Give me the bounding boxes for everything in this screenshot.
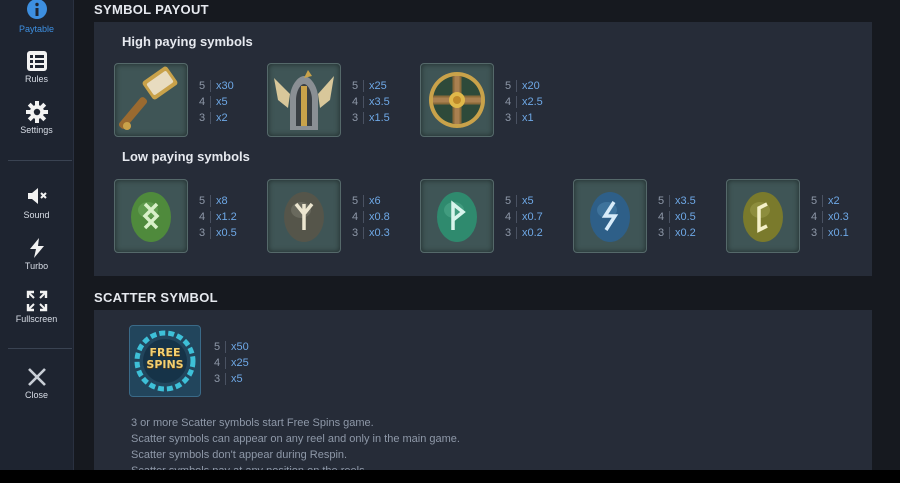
symbol-tile [726,179,800,253]
sidebar-item-paytable[interactable]: Paytable [0,0,73,34]
symbol-tile [267,63,341,137]
sidebar-divider [8,160,72,161]
symbol-payout-title: SYMBOL PAYOUT [94,2,209,17]
sidebar-item-label: Settings [20,125,53,135]
sidebar-item-rules[interactable]: Rules [0,50,73,84]
teal-rune-stone-icon [437,192,477,242]
symbol-tile [420,63,494,137]
symbol-tile [114,179,188,253]
payout-list: 5 x2 4 x0.3 3 x0.1 [811,195,849,239]
high-paying-title: High paying symbols [122,34,253,49]
info-icon [26,0,47,19]
symbol-tile [114,63,188,137]
sidebar-item-label: Rules [24,74,48,84]
description-line: 3 or more Scatter symbols start Free Spi… [131,417,374,429]
sidebar-item-turbo[interactable]: Turbo [0,237,73,271]
sidebar-divider [8,348,72,349]
payout-list: 5 x50 4 x25 3 x5 [214,341,249,385]
payout-list: 5 x8 4 x1.2 3 x0.5 [199,195,237,239]
payout-list: 5 x30 4 x5 3 x2 [199,80,234,124]
shield-icon [429,72,485,128]
sidebar-item-label: Fullscreen [15,314,58,324]
speaker-muted-icon [27,188,47,204]
payout-list: 5 x25 4 x3.5 3 x1.5 [352,80,390,124]
sidebar-item-close[interactable]: Close [0,366,73,400]
scatter-symbol-title: SCATTER SYMBOL [94,290,218,305]
free-spins-text: FREE SPINS [146,346,184,371]
symbol-tile [267,179,341,253]
winged-helmet-icon [274,70,334,130]
bottom-bar [0,470,900,483]
paytable-content: SYMBOL PAYOUT High paying symbols 5 x30 4… [74,0,900,477]
symbol-payout-panel: High paying symbols 5 x30 4 x5 3 x2 5 x25 4x… [94,22,872,276]
sidebar-item-label: Turbo [24,261,49,271]
sidebar: Paytable Rules Settings Sound Turbo Full… [0,0,74,470]
scatter-tile: FREE SPINS [129,325,201,397]
fullscreen-icon [26,290,47,312]
olive-rune-stone-icon [743,192,783,242]
sidebar-item-label: Paytable [18,24,55,34]
sidebar-item-label: Close [24,390,48,400]
payout-list: 5 x20 4 x2.5 3 x1 [505,80,543,124]
sidebar-item-fullscreen[interactable]: Fullscreen [0,290,73,324]
grey-rune-stone-icon [284,192,324,242]
blue-rune-stone-icon [590,192,630,242]
payout-list: 5 x6 4 x0.8 3 x0.3 [352,195,390,239]
green-rune-stone-icon [131,192,171,242]
sidebar-item-settings[interactable]: Settings [0,101,73,135]
list-icon [26,51,47,71]
sidebar-item-label: Sound [23,210,50,220]
payout-list: 5 x5 4 x0.7 3 x0.2 [505,195,543,239]
hammer-icon [118,66,178,130]
close-icon [27,368,46,386]
low-paying-title: Low paying symbols [122,149,250,164]
description-line: Scatter symbols can appear on any reel a… [131,433,460,445]
description-line: Scatter symbols don't appear during Resp… [131,449,348,461]
symbol-tile [573,179,647,253]
gear-icon [25,101,48,123]
symbol-tile [420,179,494,253]
sidebar-item-sound[interactable]: Sound [0,184,73,220]
payout-list: 5 x3.5 4 x0.5 3 x0.2 [658,195,696,239]
scatter-panel: FREE SPINS 5 x50 4 x25 3 x5 3 or more Scatt… [94,310,872,477]
lightning-icon [29,238,44,258]
